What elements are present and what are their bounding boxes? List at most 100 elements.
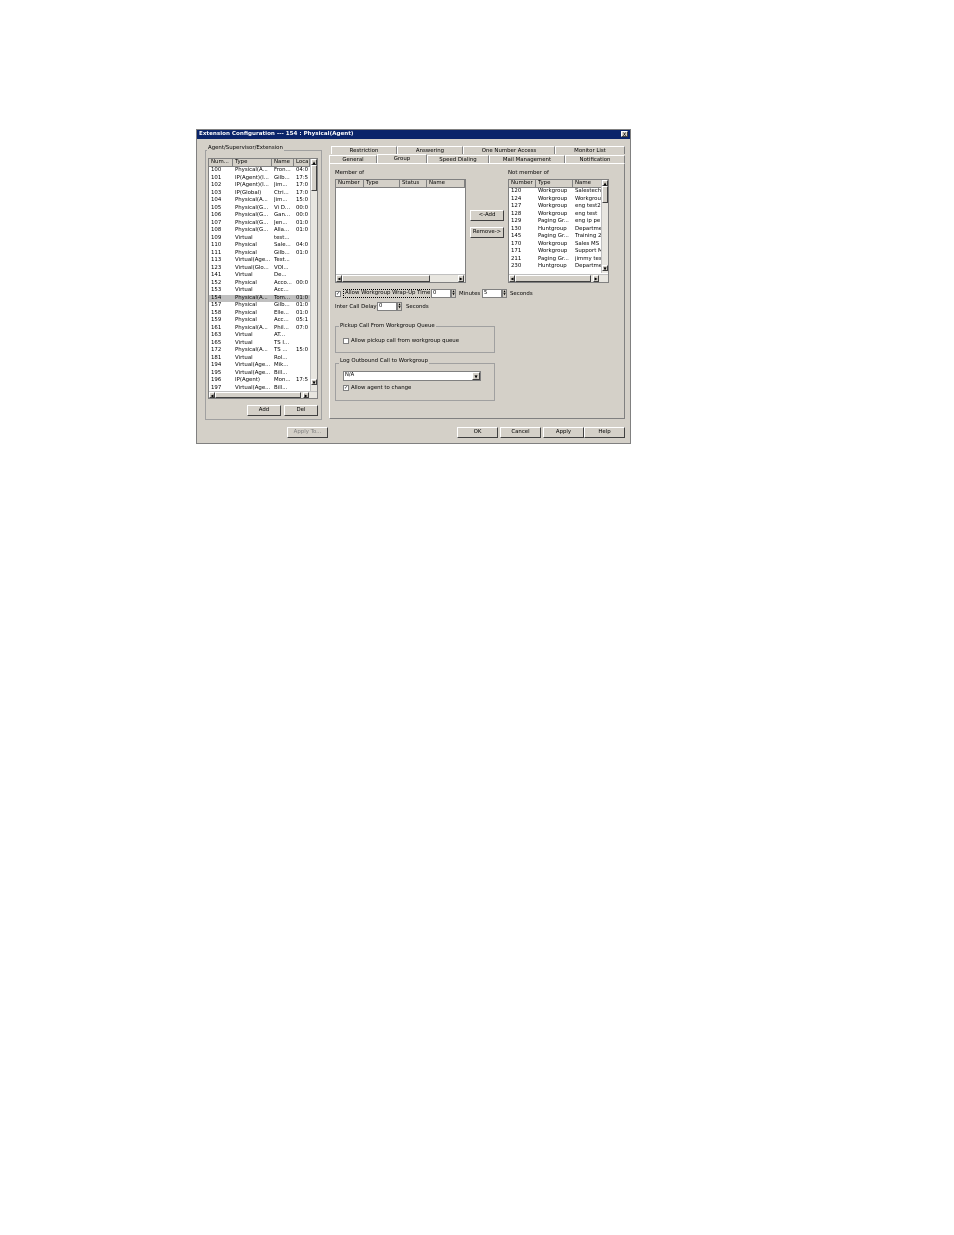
table-row[interactable]: 102 IP(Agent)(I... Jim... 17:0	[209, 182, 310, 190]
member-hscroll-thumb[interactable]	[342, 275, 430, 282]
col-header-number[interactable]: Num...	[209, 159, 233, 166]
tab-one-number-access[interactable]: One Number Access	[463, 146, 555, 154]
table-row[interactable]: 111 Physical Gilb... 01:0	[209, 250, 310, 258]
member-col-name[interactable]: Name	[427, 180, 465, 187]
table-row[interactable]: 109 Virtual test...	[209, 235, 310, 243]
wrapup-seconds-spinner[interactable]: ▲ ▼	[502, 289, 507, 298]
tab-monitor-list[interactable]: Monitor List	[555, 146, 625, 154]
member-of-hscroll[interactable]: ◀ ▶	[336, 274, 465, 282]
member-of-list[interactable]: Number Type Status Name ◀ ▶	[335, 179, 466, 283]
list-item[interactable]: 130 Huntgroup Departme	[509, 226, 601, 234]
not-member-col-number[interactable]: Number	[509, 180, 536, 187]
member-scroll-right-icon[interactable]: ▶	[458, 275, 464, 282]
tab-speed-dialing[interactable]: Speed Dialing	[427, 155, 489, 163]
table-row[interactable]: 152 Physical Acco... 00:0	[209, 280, 310, 288]
extension-list-hscroll[interactable]: ◀ ▶	[209, 391, 317, 398]
scroll-thumb[interactable]	[311, 165, 317, 191]
table-row[interactable]: 161 Physical(A... Phil... 07:0	[209, 325, 310, 333]
table-row[interactable]: 158 Physical Elle... 01:0	[209, 310, 310, 318]
table-row[interactable]: 159 Physical Acc... 05:1	[209, 317, 310, 325]
inter-call-delay-spinner[interactable]: ▲ ▼	[397, 302, 402, 311]
tab-group[interactable]: Group	[377, 154, 427, 163]
table-row[interactable]: 163 Virtual AT...	[209, 332, 310, 340]
remove-from-group-button[interactable]: Remove->	[470, 227, 504, 238]
ok-button[interactable]: OK	[457, 427, 498, 438]
list-item[interactable]: 170 Workgroup Sales MS	[509, 241, 601, 249]
pickup-label[interactable]: Allow pickup call from workgroup queue	[351, 338, 459, 344]
list-item[interactable]: 120 Workgroup Salestech	[509, 188, 601, 196]
tab-answering[interactable]: Answering	[397, 146, 463, 154]
table-row[interactable]: 103 IP(Global) Ctri... 17:0	[209, 190, 310, 198]
not-member-scroll-down-icon[interactable]: ▼	[602, 265, 608, 271]
col-header-name[interactable]: Name	[272, 159, 294, 166]
extension-list[interactable]: Num... Type Name Loca 100 Physical(A... Fr…	[208, 158, 318, 399]
table-row[interactable]: 107 Physical(G... Jen... 01:0	[209, 220, 310, 228]
hscroll-thumb[interactable]	[215, 392, 301, 398]
table-row[interactable]: 154 Physical(A... Tom... 01:0	[209, 294, 310, 302]
member-col-status[interactable]: Status	[400, 180, 427, 187]
table-row[interactable]: 105 Physical(G... Vi D... 00:0	[209, 205, 310, 213]
log-outbound-select[interactable]: N/A ▼	[343, 371, 481, 381]
pickup-checkbox[interactable]	[343, 338, 349, 344]
add-extension-button[interactable]: Add	[247, 405, 281, 416]
col-header-location[interactable]: Loca	[294, 159, 310, 166]
tab-notification[interactable]: Notification	[565, 155, 625, 163]
wrapup-label[interactable]: Allow Workgroup Wrap-Up Time	[343, 289, 433, 298]
table-row[interactable]: 196 IP(Agent) Mon... 17:5	[209, 377, 310, 385]
list-item[interactable]: 145 Paging Gr... Training 2	[509, 233, 601, 241]
not-member-scroll-right-icon[interactable]: ▶	[593, 275, 599, 282]
close-icon[interactable]: x	[621, 131, 628, 138]
apply-to-button[interactable]: Apply To...	[287, 427, 328, 438]
cancel-button[interactable]: Cancel	[500, 427, 541, 438]
not-member-of-list[interactable]: Number Type Name 120 Workgroup Salestech 12…	[508, 179, 609, 283]
tab-general[interactable]: General	[329, 155, 377, 163]
scroll-down-icon[interactable]: ▼	[311, 379, 317, 385]
table-row[interactable]: 141 Virtual De...	[209, 272, 310, 280]
table-row[interactable]: 123 Virtual(Glo... VOI...	[209, 265, 310, 273]
not-member-scroll-thumb[interactable]	[602, 186, 608, 203]
extension-list-vscroll[interactable]: ▲ ▼	[310, 159, 317, 391]
dropdown-arrow-icon[interactable]: ▼	[472, 372, 480, 380]
table-row[interactable]: 153 Virtual Acc...	[209, 287, 310, 295]
scroll-right-icon[interactable]: ▶	[303, 392, 309, 398]
list-item[interactable]: 129 Paging Gr... eng ip pe	[509, 218, 601, 226]
list-item[interactable]: 127 Workgroup eng test2	[509, 203, 601, 211]
table-row[interactable]: 106 Physical(G... Gan... 00:0	[209, 212, 310, 220]
not-member-col-name[interactable]: Name	[573, 180, 602, 187]
table-row[interactable]: 113 Virtual(Age... Test...	[209, 257, 310, 265]
list-item[interactable]: 128 Workgroup eng test	[509, 211, 601, 219]
delete-extension-button[interactable]: Del	[284, 405, 318, 416]
table-row[interactable]: 172 Physical(A... TS ... 15:0	[209, 347, 310, 355]
wrapup-minutes-spinner[interactable]: ▲ ▼	[451, 289, 456, 298]
table-row[interactable]: 194 Virtual(Age... Mik...	[209, 362, 310, 370]
wrapup-checkbox[interactable]: ✓	[335, 291, 341, 297]
not-member-hscroll[interactable]: ◀ ▶	[509, 274, 608, 282]
table-row[interactable]: 157 Physical Gilb... 01:0	[209, 302, 310, 310]
list-item[interactable]: 211 Paging Gr... jimmy test	[509, 256, 601, 264]
tab-restriction[interactable]: Restriction	[331, 146, 397, 154]
list-item[interactable]: 171 Workgroup Support M	[509, 248, 601, 256]
table-row[interactable]: 110 Physical Sale... 04:0	[209, 242, 310, 250]
wrapup-seconds-field[interactable]: 5	[482, 289, 502, 298]
tab-mail-management[interactable]: Mail Management	[489, 155, 565, 163]
table-row[interactable]: 101 IP(Agent)(I... Gilb... 17:5	[209, 175, 310, 183]
table-row[interactable]: 181 Virtual Rol...	[209, 355, 310, 363]
apply-button[interactable]: Apply	[543, 427, 584, 438]
table-row[interactable]: 104 Physical(A... Jim... 15:0	[209, 197, 310, 205]
member-col-number[interactable]: Number	[336, 180, 364, 187]
list-item[interactable]: 230 Huntgroup Departme	[509, 263, 601, 271]
table-row[interactable]: 108 Physical(G... Alla... 01:0	[209, 227, 310, 235]
add-to-group-button[interactable]: <-Add	[470, 210, 504, 221]
allow-change-label[interactable]: Allow agent to change	[351, 385, 411, 391]
col-header-type[interactable]: Type	[233, 159, 272, 166]
table-row[interactable]: 195 Virtual(Age... Bill...	[209, 370, 310, 378]
allow-change-checkbox[interactable]: ✓	[343, 385, 349, 391]
member-col-type[interactable]: Type	[364, 180, 400, 187]
not-member-hscroll-thumb[interactable]	[515, 275, 591, 282]
help-button[interactable]: Help	[584, 427, 625, 438]
wrapup-minutes-field[interactable]: 0	[431, 289, 451, 298]
not-member-col-type[interactable]: Type	[536, 180, 573, 187]
not-member-vscroll[interactable]: ▲ ▼	[601, 180, 608, 273]
table-row[interactable]: 100 Physical(A... Fron... 04:0	[209, 167, 310, 175]
inter-call-delay-field[interactable]: 0	[377, 302, 397, 311]
